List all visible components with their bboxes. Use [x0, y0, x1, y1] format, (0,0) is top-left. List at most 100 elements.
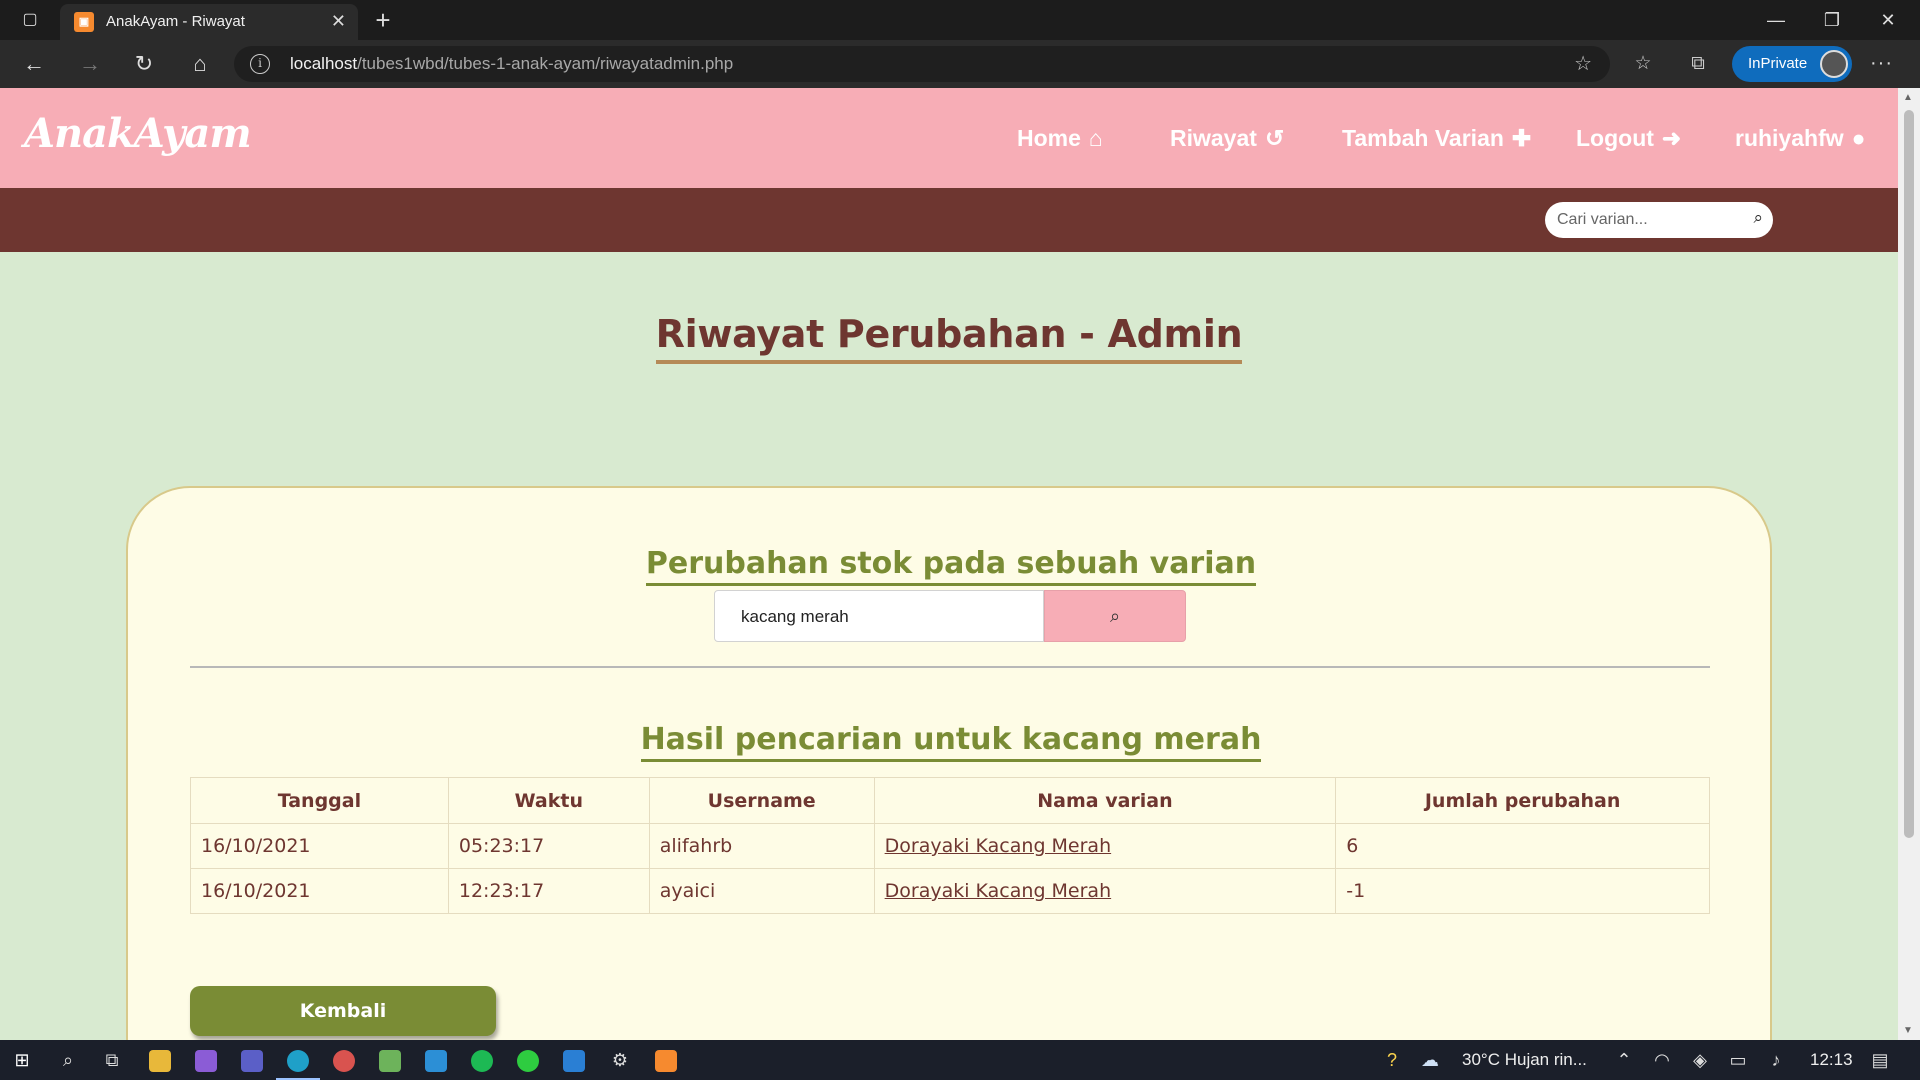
results-table: Tanggal Waktu Username Nama varian Jumla… [190, 777, 1710, 914]
nav-logout-link[interactable]: Logout ➜ [1576, 124, 1681, 152]
plus-icon: ✚ [1511, 125, 1532, 151]
cell-username: alifahrb [648, 823, 875, 869]
more-options-icon[interactable]: ··· [1870, 52, 1893, 75]
cell-jumlah-perubahan: 6 [1335, 823, 1710, 869]
scroll-down-icon[interactable]: ▼ [1903, 1025, 1913, 1036]
site-info-icon[interactable]: i [250, 54, 270, 74]
search-taskbar-icon[interactable]: ⌕ [54, 1046, 82, 1074]
file-explorer-icon[interactable] [146, 1046, 174, 1074]
search-icon[interactable]: ⌕ [1753, 208, 1763, 228]
xampp-icon[interactable] [652, 1046, 680, 1074]
tab-close-icon[interactable]: ✕ [331, 11, 346, 31]
scroll-up-icon[interactable]: ▲ [1903, 92, 1913, 103]
task-view-icon[interactable]: ⧉ [98, 1046, 126, 1074]
restore-button[interactable]: ❐ [1804, 4, 1860, 36]
cell-tanggal: 16/10/2021 [190, 823, 449, 869]
photos-icon[interactable] [560, 1046, 588, 1074]
battery-icon[interactable]: ▭ [1724, 1046, 1752, 1074]
web-page: AnakAyam Home ⌂ Riwayat ↺ Tambah Varian ✚ L… [0, 88, 1898, 1040]
cell-tanggal: 16/10/2021 [190, 868, 449, 914]
column-header-nama-varian: Nama varian [873, 777, 1337, 824]
cell-waktu: 12:23:17 [447, 868, 650, 914]
back-arrow-icon[interactable]: ← [16, 48, 52, 80]
history-search-button[interactable]: ⌕ [1044, 590, 1186, 642]
refresh-icon[interactable]: ↻ [126, 48, 162, 80]
column-header-tanggal: Tanggal [190, 777, 449, 824]
notifications-icon[interactable]: ▤ [1866, 1046, 1894, 1074]
results-title: Hasil pencarian untuk kacang merah [640, 722, 1262, 762]
history-search-input[interactable] [741, 604, 1031, 630]
app-icon[interactable] [330, 1046, 358, 1074]
close-window-button[interactable]: ✕ [1860, 4, 1916, 36]
variant-search-input[interactable] [1557, 208, 1737, 232]
scroll-thumb[interactable] [1904, 110, 1914, 838]
nav-user-link[interactable]: ruhiyahfw ● [1735, 124, 1866, 152]
windows-taskbar: ⊞ ⌕ ⧉ ⚙ ? ☁ 30°C Hujan rin... ⌃ ◠ ◈ ▭ ♪ … [0, 1040, 1920, 1080]
chevron-up-icon[interactable]: ⌃ [1610, 1046, 1638, 1074]
edge-browser-icon[interactable] [276, 1046, 320, 1080]
home-icon: ⌂ [1088, 125, 1103, 151]
back-button[interactable]: Kembali [190, 986, 496, 1036]
tab-actions-icon[interactable]: ▢ [20, 10, 40, 30]
forward-arrow-icon[interactable]: → [72, 48, 108, 80]
browser-tab-active[interactable]: ▣ AnakAyam - Riwayat ✕ [60, 4, 358, 40]
collections-icon[interactable]: ⧉ [1683, 52, 1713, 76]
column-header-jumlah-perubahan: Jumlah perubahan [1335, 777, 1710, 824]
shield-tray-icon[interactable]: ◈ [1686, 1046, 1714, 1074]
table-header-row: Tanggal Waktu Username Nama varian Jumla… [190, 777, 1710, 824]
search-subbar: ⌕ [0, 188, 1898, 252]
nav-tambah-varian-link[interactable]: Tambah Varian ✚ [1342, 124, 1531, 152]
divider [190, 666, 1710, 668]
cell-nama-varian: Dorayaki Kacang Merah [873, 823, 1337, 869]
section-title-wrap: Perubahan stok pada sebuah varian [128, 546, 1774, 586]
favorites-icon[interactable]: ☆ [1628, 52, 1658, 76]
windows-start-icon[interactable]: ⊞ [8, 1046, 36, 1074]
line-icon[interactable] [514, 1046, 542, 1074]
help-icon[interactable]: ? [1378, 1046, 1406, 1074]
address-bar[interactable]: i localhost/tubes1wbd/tubes-1-anak-ayam/… [234, 46, 1610, 82]
weather-cloud-icon[interactable]: ☁ [1416, 1046, 1444, 1074]
new-tab-button[interactable]: + [368, 5, 398, 35]
browser-tab-bar: ▢ ▣ AnakAyam - Riwayat ✕ + — ❐ ✕ [0, 0, 1920, 40]
add-favorite-icon[interactable]: ☆ [1574, 51, 1592, 76]
clock-text[interactable]: 12:13 [1810, 1050, 1853, 1070]
variant-search-box: ⌕ [1545, 202, 1773, 238]
nav-riwayat-link[interactable]: Riwayat ↺ [1170, 124, 1284, 152]
page-scrollbar[interactable]: ▲ ▼ [1898, 88, 1920, 1040]
table-row: 16/10/2021 05:23:17 alifahrb Dorayaki Ka… [190, 823, 1710, 869]
visual-studio-icon[interactable] [192, 1046, 220, 1074]
cell-jumlah-perubahan: -1 [1335, 868, 1710, 914]
history-icon: ↺ [1264, 125, 1285, 151]
wifi-icon[interactable]: ◠ [1648, 1046, 1676, 1074]
page-title: Riwayat Perubahan - Admin [655, 312, 1243, 364]
section-title: Perubahan stok pada sebuah varian [645, 546, 1257, 586]
variant-link[interactable]: Dorayaki Kacang Merah [885, 880, 1112, 902]
microphone-icon[interactable]: ♪ [1762, 1046, 1790, 1074]
teams-icon[interactable] [238, 1046, 266, 1074]
minimize-button[interactable]: — [1748, 4, 1804, 36]
page-title-wrap: Riwayat Perubahan - Admin [0, 312, 1898, 364]
url-text[interactable]: localhost/tubes1wbd/tubes-1-anak-ayam/ri… [290, 54, 733, 74]
cell-username: ayaici [648, 868, 875, 914]
vscode-icon[interactable] [422, 1046, 450, 1074]
logout-icon: ➜ [1661, 125, 1682, 151]
settings-icon[interactable]: ⚙ [606, 1046, 634, 1074]
tab-title: AnakAyam - Riwayat [106, 13, 245, 30]
xampp-favicon-icon: ▣ [74, 12, 94, 32]
nav-home-link[interactable]: Home ⌂ [1017, 124, 1103, 152]
home-page-icon[interactable]: ⌂ [182, 48, 218, 80]
search-icon: ⌕ [1109, 606, 1121, 626]
notepad-icon[interactable] [376, 1046, 404, 1074]
profile-avatar [1820, 50, 1848, 78]
user-icon: ● [1851, 125, 1866, 151]
brand-logo[interactable]: AnakAyam [24, 110, 252, 157]
browser-toolbar: ← → ↻ ⌂ i localhost/tubes1wbd/tubes-1-an… [0, 40, 1920, 88]
inprivate-badge[interactable]: InPrivate [1732, 46, 1852, 82]
spotify-icon[interactable] [468, 1046, 496, 1074]
variant-link[interactable]: Dorayaki Kacang Merah [885, 835, 1112, 857]
history-card: Perubahan stok pada sebuah varian ⌕ Hasi… [126, 486, 1772, 1040]
cell-waktu: 05:23:17 [447, 823, 650, 869]
column-header-username: Username [648, 777, 875, 824]
site-navbar: AnakAyam Home ⌂ Riwayat ↺ Tambah Varian ✚ L… [0, 88, 1898, 188]
weather-text[interactable]: 30°C Hujan rin... [1462, 1050, 1587, 1070]
